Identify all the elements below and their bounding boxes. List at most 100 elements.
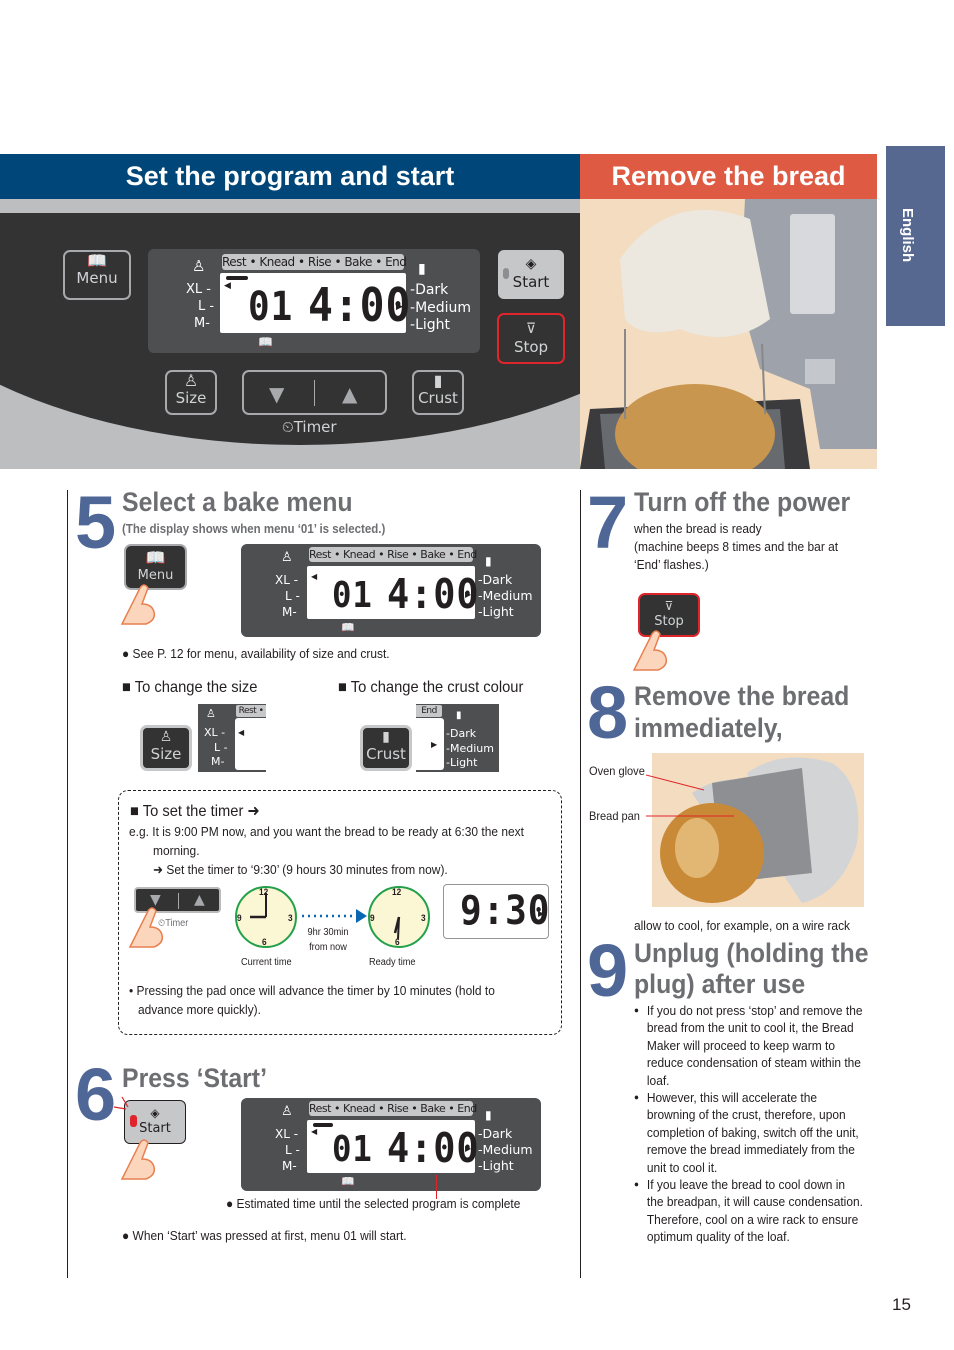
control-panel-illustration: 📖 Menu ♙ Rest • Knead • Rise • Bake • En… xyxy=(0,199,580,469)
step-6-number: 6 xyxy=(75,1053,117,1136)
crust-pointer-icon: ▶ xyxy=(431,740,438,749)
crust-label-dark: -Dark xyxy=(478,1126,513,1141)
crust-pointer-icon: ▶ xyxy=(396,301,403,311)
bread-maker-illustration xyxy=(580,199,877,469)
bullet-line: loaf. xyxy=(646,1072,670,1088)
weight-icon: ♙ xyxy=(159,729,173,745)
timer-readout: 9:30 xyxy=(460,888,551,934)
bullet-line: browning of the crust, therefore, upon xyxy=(646,1107,846,1123)
stop-button[interactable]: ⊽ Stop xyxy=(497,313,565,364)
timer-label: ⏲Timer xyxy=(282,418,337,436)
left-column-rule xyxy=(67,490,68,1278)
lcd-screen: ◀ 01 4:00 ▶ xyxy=(307,566,479,619)
label-leader-lines xyxy=(646,774,734,817)
stage-fragment-end: End xyxy=(416,705,442,717)
step-5-number: 5 xyxy=(75,481,117,564)
size-pointer-icon: ◀ xyxy=(311,572,318,581)
menu-number-readout: 01 xyxy=(332,1129,373,1170)
timer-example-line3: ➜ Set the timer to ‘9:30’ (9 hours 30 mi… xyxy=(153,862,448,877)
crust-button-example[interactable]: ▮ Crust xyxy=(360,725,412,771)
step-9-title-line1: Unplug (holding the xyxy=(634,938,869,968)
start-led-lit xyxy=(130,1115,137,1127)
timer-button[interactable]: ▼ ▲ xyxy=(242,370,387,415)
crust-label-light: -Light xyxy=(410,317,451,333)
crust-pointer-icon: ▶ xyxy=(465,1144,472,1153)
step-5-note: ● See P. 12 for menu, availability of si… xyxy=(122,646,390,661)
timer-up-button[interactable]: ▲ xyxy=(342,382,357,406)
pointing-finger-icon xyxy=(632,630,668,671)
bullet-line: Therefore, cool on a wire rack to ensure xyxy=(646,1211,859,1227)
step-6-title: Press ‘Start’ xyxy=(122,1063,267,1093)
bullet-dot-icon: ● xyxy=(634,1092,640,1103)
ready-time-label: Ready time xyxy=(369,957,416,968)
crust-label-dark: -Dark xyxy=(410,282,449,298)
bullet-line: However, this will accelerate the xyxy=(646,1090,818,1106)
lcd-screen: ◀ xyxy=(235,718,266,770)
pointing-finger-icon xyxy=(120,584,156,625)
stop-triangle-icon: ⊽ xyxy=(664,599,674,613)
size-pointer-icon: ◀ xyxy=(311,1127,318,1136)
timer-down-button[interactable]: ▼ xyxy=(269,382,284,406)
estimated-time-note: ● Estimated time until the selected prog… xyxy=(226,1196,521,1211)
photo-removing-bread-pan xyxy=(580,199,877,469)
language-tab[interactable]: English xyxy=(886,146,945,326)
step-9-bullet: ● If you leave the bread to cool down in t… xyxy=(634,1176,882,1246)
crust-label-light: -Light xyxy=(446,756,478,769)
section-title-remove-bread: Remove the bread xyxy=(580,154,877,199)
bullet-line: optimum quality of the loaf. xyxy=(646,1229,790,1245)
weight-icon: ♙ xyxy=(206,707,216,720)
clock2-num-12: 12 xyxy=(392,887,402,897)
crust-button[interactable]: ▮ Crust xyxy=(412,370,464,415)
step-7-title: Turn off the power xyxy=(634,487,851,517)
lcd-screen: ▶ xyxy=(416,718,444,770)
start-button[interactable]: ◈ Start xyxy=(498,250,564,299)
menu-button[interactable]: 📖 Menu xyxy=(63,250,131,300)
crust-label-medium: -Medium xyxy=(478,1142,533,1157)
menu-book-icon: 📖 xyxy=(341,1175,355,1188)
timer-display-example: 9:30 ▶ xyxy=(443,884,549,939)
step-7-description: when the bread is ready (machine beeps 8 … xyxy=(634,521,839,572)
crust-label-medium: -Medium xyxy=(410,300,472,316)
size-label-xl: XL - xyxy=(186,282,211,297)
step-9-bullet: ● If you do not press ‘stop’ and remove t… xyxy=(634,1002,882,1089)
step-9-bullet-list: ● If you do not press ‘stop’ and remove t… xyxy=(634,1002,882,1246)
bullet-line: remove the bread immediately from the xyxy=(646,1142,855,1158)
change-crust-heading: ■ To change the crust colour xyxy=(338,679,524,696)
weight-icon: ♙ xyxy=(183,371,199,390)
timer-pad-note-line2: advance more quickly). xyxy=(138,1002,261,1017)
bullet-dot-icon: ● xyxy=(634,1179,640,1190)
crust-label-medium: -Medium xyxy=(446,742,494,755)
size-label-xl: XL - xyxy=(275,573,299,587)
right-column-rule xyxy=(580,490,581,1278)
timer-example-line2: morning. xyxy=(153,843,200,858)
size-label-m: M- xyxy=(282,1159,297,1173)
bullet-line: bread from the unit to cool it, the Brea… xyxy=(646,1020,854,1036)
bullet-line: Maker will proceed to keep warm to xyxy=(646,1037,836,1053)
step-5-lcd-display: ♙ Rest • Knead • Rise • Bake • End ▮ XL … xyxy=(241,544,541,637)
size-label-l: L - xyxy=(198,299,215,314)
crust-label-light: -Light xyxy=(478,604,514,619)
clock-icon: ⏲ xyxy=(282,418,294,436)
first-start-note: ● When ‘Start’ was pressed at first, men… xyxy=(122,1228,407,1243)
step-8-title-line1: Remove the bread xyxy=(634,681,850,711)
clock2-num-6: 6 xyxy=(395,937,400,947)
bullet-dot-icon: ● xyxy=(634,1005,640,1015)
size-pointer-icon: ◀ xyxy=(224,280,231,290)
size-button[interactable]: ♙ Size xyxy=(165,370,217,415)
timer-pad-note-line1: • Pressing the pad once will advance the… xyxy=(129,983,495,998)
timer-up-button[interactable]: ▲ xyxy=(194,892,205,908)
menu-book-icon: 📖 xyxy=(341,621,355,634)
size-button-example[interactable]: ♙ Size xyxy=(140,725,192,771)
clock2-num-9: 9 xyxy=(370,913,375,923)
pointing-finger-icon xyxy=(120,1139,156,1180)
bullet-line: reduce condensation of steam within the xyxy=(646,1055,861,1071)
size-label-l: L - xyxy=(285,1143,300,1157)
clock1-num-9: 9 xyxy=(237,913,242,923)
weight-icon: ♙ xyxy=(281,1104,293,1119)
start-led-indicator xyxy=(503,268,509,279)
lcd-display: ♙ Rest • Knead • Rise • Bake • End ▮ XL … xyxy=(148,249,480,353)
size-label-m: M- xyxy=(282,605,297,619)
stage-indicator: Rest • Knead • Rise • Bake • End xyxy=(309,1101,477,1116)
size-label-m: M- xyxy=(194,316,210,331)
step-7-number: 7 xyxy=(587,481,629,564)
